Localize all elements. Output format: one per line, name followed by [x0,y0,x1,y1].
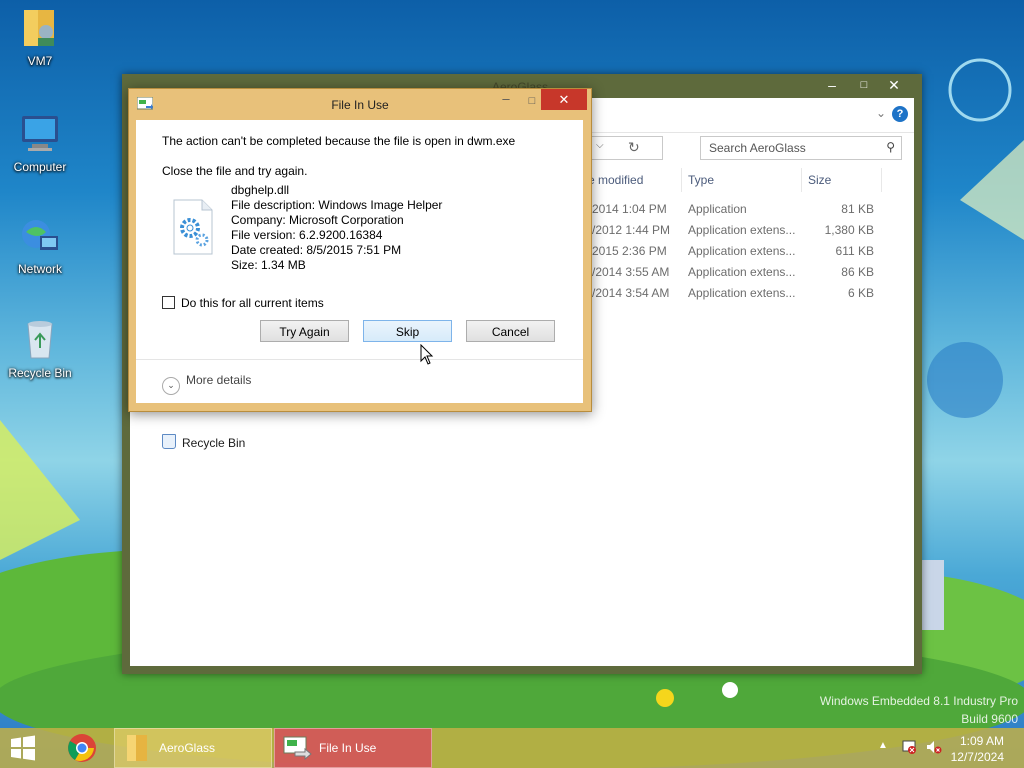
file-row[interactable]: 2015 2:36 PM Application extens... 611 K… [580,241,880,262]
file-version: File version: 6.2.9200.16384 [231,228,383,242]
skip-button[interactable]: Skip [363,320,452,342]
nav-item-recycle-bin[interactable]: Recycle Bin [162,434,245,450]
file-type: Application extens... [688,265,796,279]
file-date: /2012 1:44 PM [592,223,671,237]
desktop-icon-label: Computer [13,160,67,174]
show-hidden-icons-icon[interactable]: ▲ [878,740,888,751]
file-date-created: Date created: 8/5/2015 7:51 PM [231,243,402,257]
cancel-button[interactable]: Cancel [466,320,555,342]
chevron-down-icon: ⌄ [162,377,180,395]
taskbar-item-file-in-use[interactable]: File In Use [274,728,432,768]
close-button[interactable]: ✕ [541,89,587,110]
taskbar-label: File In Use [319,741,377,755]
try-again-button[interactable]: Try Again [260,320,349,342]
windows-start-icon[interactable] [8,734,38,762]
search-input[interactable]: Search AeroGlass ⚲ [700,136,902,160]
file-row[interactable]: 2014 1:04 PM Application 81 KB [580,199,880,220]
file-date: 2015 2:36 PM [592,244,667,258]
close-button[interactable]: ✕ [878,74,910,96]
more-details-label: More details [186,373,252,387]
network-icon [18,214,62,258]
recycle-bin-icon [162,434,176,449]
dialog-instruction: Close the file and try again. [162,164,308,178]
file-type: Application extens... [688,244,796,258]
dialog-body: The action can't be completed because th… [136,120,583,403]
file-in-use-dialog: File In Use – □ ✕ The action can't be co… [128,88,592,412]
desktop-icon-label: Recycle Bin [8,366,72,380]
file-date: /2014 3:55 AM [592,265,670,279]
divider [136,359,583,360]
computer-icon [18,112,62,156]
taskbar: AeroGlass File In Use ▲ 1:09 AM 12/7/202… [0,728,1024,768]
apply-to-all-checkbox[interactable]: Do this for all current items [162,296,324,310]
help-icon[interactable]: ? [892,106,908,122]
file-size: 6 KB [847,286,874,300]
recycle-bin-icon [18,318,62,362]
os-watermark: Windows Embedded 8.1 Industry Pro Build … [820,692,1018,728]
watermark-line-1: Windows Embedded 8.1 Industry Pro [819,694,1018,708]
file-type: Application extens... [688,223,796,237]
search-placeholder: Search AeroGlass [709,141,806,155]
column-header-date-modified[interactable]: e modified [582,168,682,192]
file-transfer-icon [283,736,312,761]
file-row[interactable]: /2012 1:44 PM Application extens... 1,38… [580,220,880,241]
file-size: 611 KB [835,244,874,258]
volume-muted-icon[interactable] [926,740,942,754]
dialog-message: The action can't be completed because th… [162,134,516,148]
nav-item-label: Recycle Bin [182,436,246,450]
dialog-titlebar[interactable]: File In Use – □ ✕ [129,89,591,119]
maximize-button[interactable]: □ [848,74,880,96]
file-details: dbghelp.dll File description: Windows Im… [231,183,442,273]
desktop-icon-computer[interactable]: Computer [2,112,78,174]
checkbox-label: Do this for all current items [181,296,324,310]
file-size: 1,380 KB [824,223,874,237]
file-date: 2014 1:04 PM [592,202,667,216]
dll-file-icon [173,199,213,255]
refresh-icon[interactable]: ↻ [628,139,640,156]
taskbar-chrome[interactable] [60,728,104,768]
search-icon: ⚲ [886,140,895,154]
file-company: Company: Microsoft Corporation [231,213,404,227]
file-row[interactable]: /2014 3:54 AM Application extens... 6 KB [580,283,880,304]
address-bar[interactable]: ⌵ ↻ [590,136,663,160]
file-size: 81 KB [841,202,874,216]
minimize-button[interactable]: – [816,74,848,96]
file-type: Application [688,202,747,216]
column-header-size[interactable]: Size [802,168,882,192]
mouse-cursor-icon [420,344,434,365]
clock-time: 1:09 AM [959,734,1004,748]
system-tray: ▲ 1:09 AM 12/7/2024 [864,728,1024,768]
clock-date: 12/7/2024 [950,750,1004,764]
minimize-button[interactable]: – [493,91,519,111]
taskbar-clock[interactable]: 1:09 AM 12/7/2024 [951,733,1004,765]
desktop-icon-label: Network [17,262,62,276]
folder-user-icon [18,6,62,50]
file-description: File description: Windows Image Helper [231,198,443,212]
chrome-icon [68,734,96,762]
watermark-line-2: Build 9600 [961,712,1018,726]
file-date: /2014 3:54 AM [592,286,670,300]
taskbar-label: AeroGlass [159,741,216,755]
file-size: 86 KB [841,265,874,279]
checkbox-icon[interactable] [162,296,175,309]
desktop-icon-network[interactable]: Network [2,214,78,276]
file-type: Application extens... [688,286,796,300]
column-header-type[interactable]: Type [682,168,802,192]
file-name: dbghelp.dll [231,183,290,197]
folder-icon [127,735,147,761]
expand-ribbon-icon[interactable]: ⌄ [876,106,886,120]
desktop-icon-recycle-bin[interactable]: Recycle Bin [2,318,78,380]
desktop-icon-label: VM7 [27,54,53,68]
more-details-toggle[interactable]: ⌄ More details [162,373,251,395]
desktop-icon-vm7[interactable]: VM7 [2,6,78,68]
action-center-flag-icon[interactable] [902,740,916,754]
file-size: Size: 1.34 MB [231,258,306,272]
file-row[interactable]: /2014 3:55 AM Application extens... 86 K… [580,262,880,283]
taskbar-item-aeroglass[interactable]: AeroGlass [114,728,272,768]
chevron-down-icon[interactable]: ⌵ [596,140,604,151]
